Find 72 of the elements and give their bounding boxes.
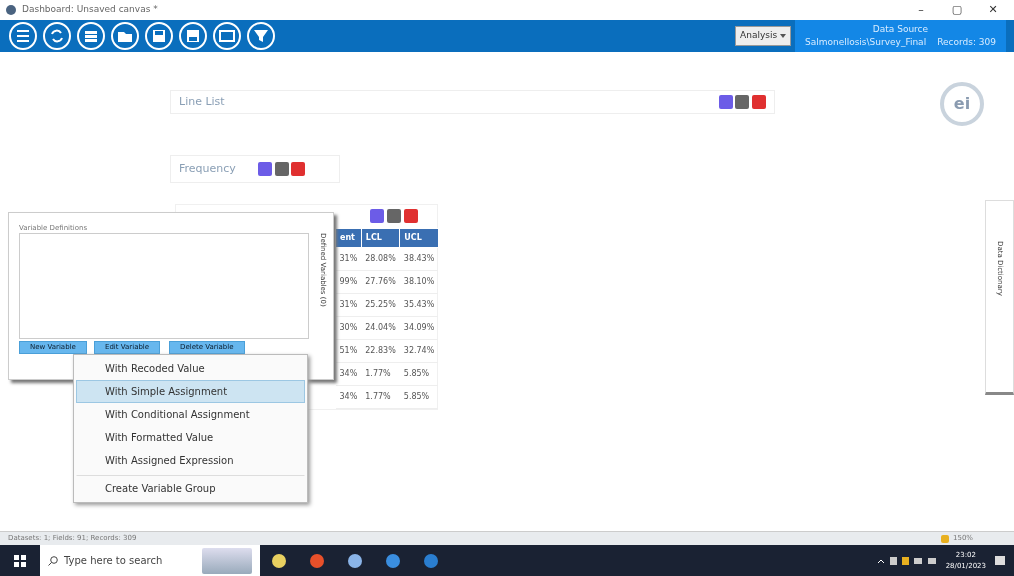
table-cell: 1.77% <box>361 362 400 386</box>
search-placeholder: Type here to search <box>64 554 163 568</box>
data-source-label: Data Source <box>871 22 930 36</box>
globe-icon <box>348 553 362 568</box>
search-icon <box>48 555 58 566</box>
mode-select[interactable]: Analysis <box>735 26 791 46</box>
filter-icon <box>246 21 276 51</box>
app-icon <box>6 5 16 15</box>
column-header: ent <box>335 228 362 248</box>
table-cell: 22.83% <box>361 339 400 363</box>
maximize-button[interactable]: ▢ <box>942 0 972 20</box>
collapse-icon[interactable] <box>274 162 289 176</box>
table-cell: 35.43% <box>399 293 439 317</box>
settings-icon[interactable] <box>718 95 733 109</box>
caret-icon <box>779 34 786 38</box>
menu-item[interactable]: With Conditional Assignment <box>76 403 305 426</box>
table-cell: 34% <box>335 362 362 386</box>
table-cell: 34.09% <box>399 316 439 340</box>
table-cell: 30% <box>335 316 362 340</box>
table-cell: 1.77% <box>361 385 400 409</box>
toolbar-button[interactable] <box>76 21 106 51</box>
table-cell: 31% <box>335 293 362 317</box>
folder-icon <box>110 21 140 51</box>
stack-icon <box>76 21 106 51</box>
table-cell: 5.85% <box>399 362 439 386</box>
table-cell: 27.76% <box>361 270 400 294</box>
table-cell: 51% <box>335 339 362 363</box>
window-title: Dashboard: Unsaved canvas * <box>22 3 158 17</box>
minimize-button[interactable]: – <box>906 0 936 20</box>
close-icon[interactable] <box>291 162 306 176</box>
collapse-icon[interactable] <box>735 95 750 109</box>
toolbar-button[interactable] <box>212 21 242 51</box>
logo: ei <box>940 82 984 126</box>
toolbar-button[interactable] <box>8 21 38 51</box>
table-cell: 32.74% <box>399 339 439 363</box>
toolbar-button[interactable] <box>42 21 72 51</box>
mode-select-label: Analysis <box>740 29 778 43</box>
menu-item[interactable]: With Formatted Value <box>76 426 305 449</box>
menu-item[interactable]: With Recoded Value <box>76 357 305 380</box>
menu-item[interactable]: With Assigned Expression <box>76 449 305 472</box>
search-field[interactable]: Type here to search <box>40 545 260 576</box>
table-cell: 24.04% <box>361 316 400 340</box>
folder-icon <box>272 553 286 568</box>
toolbar-button[interactable] <box>144 21 174 51</box>
monitor-icon <box>212 21 242 51</box>
gadget-title: Frequency <box>179 160 236 177</box>
toolbar-button[interactable] <box>110 21 140 51</box>
column-header: UCL <box>399 228 439 248</box>
table-cell: 25.25% <box>361 293 400 317</box>
settings-icon[interactable] <box>257 162 272 176</box>
toolbar-button[interactable] <box>178 21 208 51</box>
table-cell: 99% <box>335 270 362 294</box>
browser-icon <box>310 553 324 568</box>
table-cell: 38.43% <box>399 247 439 271</box>
close-button[interactable]: ✕ <box>978 0 1008 20</box>
table-cell: 28.08% <box>361 247 400 271</box>
tray-icons-drawing <box>877 555 938 566</box>
table-cell: 38.10% <box>399 270 439 294</box>
toolbar-button[interactable] <box>246 21 276 51</box>
notification-icon[interactable] <box>994 554 1006 567</box>
menu-item[interactable]: With Simple Assignment <box>76 380 305 403</box>
record-count: Records: 309 <box>937 36 996 49</box>
table-cell: 5.85% <box>399 385 439 409</box>
data-source-name: Salmonellosis\Survey_Final <box>804 36 927 49</box>
table-cell: 34% <box>335 385 362 409</box>
gadget-title: Line List <box>179 93 225 110</box>
list-icon <box>8 21 38 51</box>
column-header: LCL <box>361 228 400 248</box>
table-cell: 31% <box>335 247 362 271</box>
menu-item[interactable]: Create Variable Group <box>76 475 305 500</box>
refresh-icon <box>42 21 72 51</box>
windows-icon <box>14 554 26 567</box>
